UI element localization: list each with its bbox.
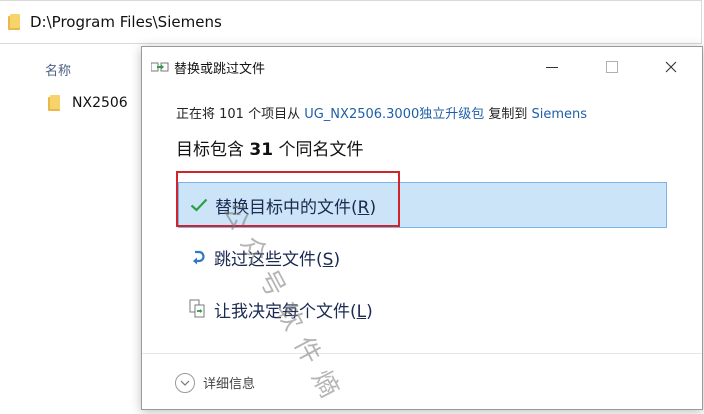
replace-files-option[interactable]: 替换目标中的文件(R): [178, 182, 667, 228]
close-button[interactable]: [648, 47, 694, 87]
dialog-title: 替换或跳过文件: [174, 62, 266, 77]
copy-files-icon: [151, 62, 169, 72]
copy-progress-info: 正在将 101 个项目从 UG_NX2506.3000独立升级包 复制到 Sie…: [176, 103, 587, 122]
decide-option-label: 让我决定每个文件(L): [214, 301, 373, 322]
decide-each-file-option[interactable]: 让我决定每个文件(L): [178, 286, 667, 332]
conflict-count: 31: [249, 140, 274, 160]
heading-suffix: 个同名文件: [273, 140, 364, 160]
list-item[interactable]: NX2506: [48, 95, 128, 111]
more-details-button[interactable]: 详细信息: [175, 372, 256, 393]
compare-files-icon: [187, 298, 209, 320]
source-link[interactable]: UG_NX2506.3000独立升级包: [304, 107, 484, 122]
info-prefix: 正在将 101 个项目从: [176, 107, 305, 122]
skip-arrow-icon: [187, 246, 209, 268]
minimize-icon: [546, 66, 558, 68]
destination-link[interactable]: Siemens: [532, 107, 588, 122]
replace-or-skip-dialog: 替换或跳过文件 正在将 101 个项目从 UG_NX2506.3000独立升级包…: [141, 46, 703, 410]
maximize-button[interactable]: [589, 47, 635, 87]
heading-prefix: 目标包含: [176, 140, 250, 160]
skip-option-label: 跳过这些文件(S): [214, 249, 341, 270]
column-header-name[interactable]: 名称: [45, 60, 71, 79]
close-icon: [665, 61, 677, 73]
replace-option-label: 替换目标中的文件(R): [215, 197, 377, 218]
address-path[interactable]: D:\Program Files\Siemens: [30, 13, 222, 31]
dialog-titlebar[interactable]: 替换或跳过文件: [142, 47, 702, 87]
address-bar[interactable]: D:\Program Files\Siemens: [0, 0, 702, 44]
skip-files-option[interactable]: 跳过这些文件(S): [178, 234, 667, 280]
folder-icon: [48, 95, 60, 111]
folder-icon: [8, 14, 20, 30]
maximize-icon: [606, 61, 618, 73]
chevron-down-icon: [175, 372, 195, 393]
conflict-heading: 目标包含 31 个同名文件: [176, 135, 363, 160]
info-middle: 复制到: [484, 107, 532, 122]
checkmark-icon: [188, 194, 210, 216]
list-item-label: NX2506: [72, 95, 128, 111]
details-label: 详细信息: [203, 377, 256, 392]
minimize-button[interactable]: [529, 47, 575, 87]
dialog-footer: 详细信息: [142, 353, 702, 411]
